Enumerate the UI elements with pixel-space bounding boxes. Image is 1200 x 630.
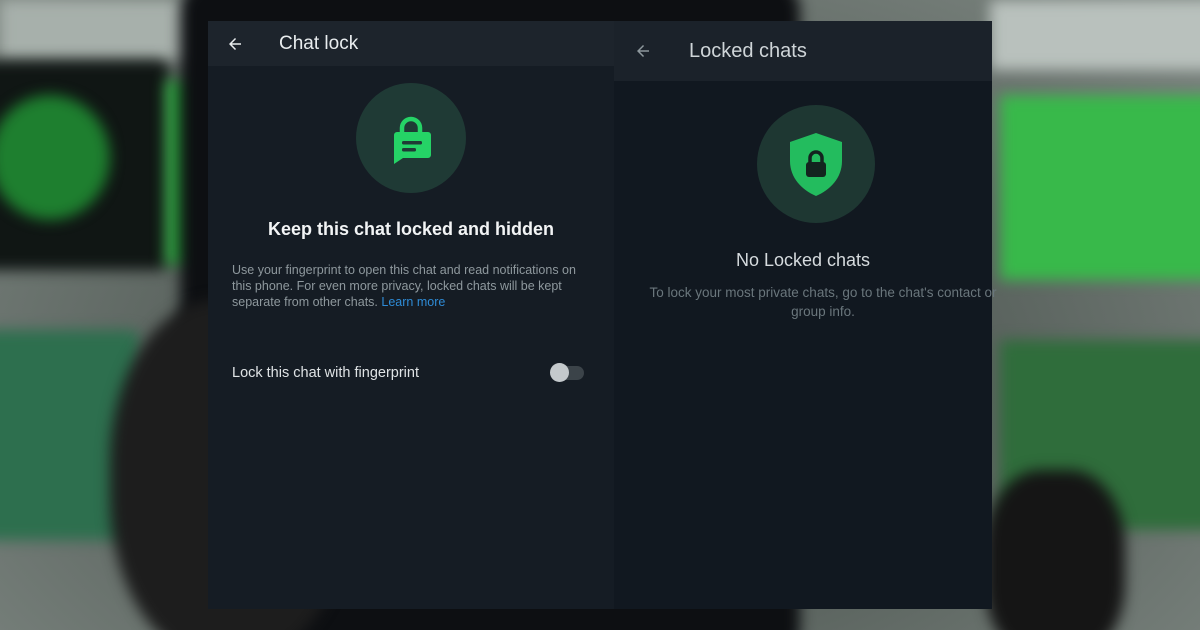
empty-state-description: To lock your most private chats, go to t… [649, 285, 997, 319]
page-title: Chat lock [279, 32, 359, 54]
fingerprint-lock-label: Lock this chat with fingerprint [232, 365, 419, 381]
learn-more-link[interactable]: Learn more [381, 295, 445, 309]
chat-lock-screen: Chat lock Keep this chat locked and hidd… [208, 21, 614, 609]
locked-chats-app-bar: Locked chats [614, 21, 992, 81]
lock-message-icon [356, 83, 466, 193]
shield-lock-icon [757, 105, 875, 223]
description: Use your fingerprint to open this chat a… [232, 262, 592, 310]
back-button[interactable] [619, 21, 667, 81]
locked-chats-screen: Locked chats No Locked chats To lock you… [614, 21, 997, 609]
screenshots-container: Chat lock Keep this chat locked and hidd… [208, 21, 997, 609]
back-button[interactable] [211, 21, 259, 66]
empty-state-title: No Locked chats [735, 250, 871, 270]
fingerprint-lock-row[interactable]: Lock this chat with fingerprint [232, 361, 584, 385]
page-title: Locked chats [689, 39, 807, 62]
toggle-knob [550, 363, 569, 382]
arrow-left-icon [637, 45, 649, 57]
fingerprint-lock-toggle[interactable] [550, 363, 584, 382]
headline: Keep this chat locked and hidden [267, 219, 555, 239]
chat-lock-app-bar: Chat lock [208, 21, 614, 66]
arrow-left-icon [229, 37, 241, 50]
